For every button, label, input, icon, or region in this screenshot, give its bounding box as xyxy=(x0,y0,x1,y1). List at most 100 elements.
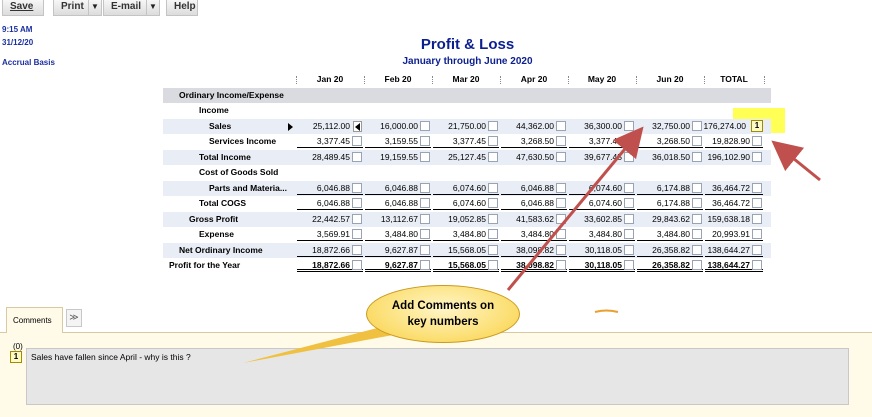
column-header[interactable]: Mar 20 xyxy=(433,74,499,84)
comment-checkbox[interactable] xyxy=(692,229,702,239)
value-cell[interactable]: 30,118.05 xyxy=(569,244,635,257)
value-cell[interactable]: 6,046.88 xyxy=(365,182,431,195)
comment-checkbox[interactable] xyxy=(420,260,430,270)
value-cell[interactable]: 36,464.72 xyxy=(705,182,763,195)
comment-checkbox[interactable] xyxy=(420,245,430,255)
value-cell[interactable]: 41,583.62 xyxy=(501,213,567,226)
comment-checkbox[interactable] xyxy=(624,245,634,255)
value-cell[interactable]: 6,074.60 xyxy=(433,182,499,195)
comment-checkbox[interactable] xyxy=(752,245,762,255)
value-cell[interactable]: 39,677.45 xyxy=(569,151,635,164)
value-cell[interactable]: 6,074.60 xyxy=(569,182,635,195)
comment-checkbox[interactable] xyxy=(556,198,566,208)
comment-checkbox[interactable] xyxy=(352,183,362,193)
comment-checkbox[interactable] xyxy=(624,229,634,239)
value-cell[interactable]: 30,118.05 xyxy=(569,259,635,272)
comment-checkbox[interactable] xyxy=(556,121,566,131)
value-cell[interactable]: 32,750.00 xyxy=(637,120,703,133)
comment-checkbox[interactable] xyxy=(692,183,702,193)
value-cell[interactable]: 13,112.67 xyxy=(365,213,431,226)
comment-checkbox[interactable] xyxy=(420,136,430,146)
value-cell[interactable]: 3,268.50 xyxy=(501,135,567,148)
comment-checkbox[interactable] xyxy=(752,198,762,208)
collapse-arrow-icon[interactable] xyxy=(353,121,362,132)
comment-checkbox[interactable] xyxy=(488,229,498,239)
value-cell[interactable]: 3,268.50 xyxy=(637,135,703,148)
value-cell[interactable]: 25,112.00 xyxy=(297,120,363,133)
comment-checkbox[interactable] xyxy=(752,136,762,146)
value-cell[interactable]: 33,602.85 xyxy=(569,213,635,226)
save-button[interactable]: Save xyxy=(2,0,44,16)
value-cell[interactable]: 9,627.87 xyxy=(365,244,431,257)
value-cell[interactable]: 28,489.45 xyxy=(297,151,363,164)
value-cell[interactable]: 6,046.88 xyxy=(501,197,567,210)
comment-checkbox[interactable] xyxy=(488,260,498,270)
value-cell[interactable]: 26,358.82 xyxy=(637,259,703,272)
value-cell[interactable]: 6,174.88 xyxy=(637,197,703,210)
value-cell[interactable]: 18,872.66 xyxy=(297,259,363,272)
print-button[interactable]: Print xyxy=(53,0,89,16)
comment-checkbox[interactable] xyxy=(624,183,634,193)
comment-checkbox[interactable] xyxy=(752,229,762,239)
comment-checkbox[interactable] xyxy=(352,136,362,146)
comment-checkbox[interactable] xyxy=(488,198,498,208)
value-cell[interactable]: 6,174.88 xyxy=(637,182,703,195)
collapse-comments-icon[interactable]: ≫ xyxy=(66,309,82,327)
value-cell[interactable]: 176,274.00 xyxy=(699,120,759,133)
email-dropdown-icon[interactable]: ▼ xyxy=(146,0,160,16)
value-cell[interactable]: 3,569.91 xyxy=(297,228,363,241)
comment-checkbox[interactable] xyxy=(556,214,566,224)
comment-checkbox[interactable] xyxy=(752,152,762,162)
value-cell[interactable]: 36,018.50 xyxy=(637,151,703,164)
column-header[interactable]: Jan 20 xyxy=(297,74,363,84)
column-header[interactable]: Feb 20 xyxy=(365,74,431,84)
column-header[interactable]: Apr 20 xyxy=(501,74,567,84)
value-cell[interactable]: 3,159.55 xyxy=(365,135,431,148)
value-cell[interactable]: 138,644.27 xyxy=(705,259,763,272)
value-cell[interactable]: 3,484.80 xyxy=(501,228,567,241)
comment-checkbox[interactable] xyxy=(624,152,634,162)
tab-comments[interactable]: Comments (0) xyxy=(6,307,63,351)
comment-checkbox[interactable] xyxy=(692,245,702,255)
value-cell[interactable]: 6,046.88 xyxy=(501,182,567,195)
value-cell[interactable]: 26,358.82 xyxy=(637,244,703,257)
value-cell[interactable]: 15,568.05 xyxy=(433,244,499,257)
comment-checkbox[interactable] xyxy=(556,152,566,162)
comment-checkbox[interactable] xyxy=(420,198,430,208)
comment-checkbox[interactable] xyxy=(752,183,762,193)
comment-checkbox[interactable] xyxy=(420,214,430,224)
comment-checkbox[interactable] xyxy=(488,183,498,193)
value-cell[interactable]: 16,000.00 xyxy=(365,120,431,133)
expand-arrow-icon[interactable] xyxy=(288,123,293,131)
comment-checkbox[interactable] xyxy=(352,245,362,255)
comment-checkbox[interactable] xyxy=(556,136,566,146)
value-cell[interactable]: 6,046.88 xyxy=(365,197,431,210)
value-cell[interactable]: 18,872.66 xyxy=(297,244,363,257)
email-button[interactable]: E-mail xyxy=(103,0,147,16)
comment-checkbox[interactable] xyxy=(488,121,498,131)
comment-checkbox[interactable] xyxy=(488,214,498,224)
value-cell[interactable]: 3,377.45 xyxy=(297,135,363,148)
comment-checkbox[interactable] xyxy=(488,136,498,146)
comment-checkbox[interactable] xyxy=(624,121,634,131)
comment-checkbox[interactable] xyxy=(352,198,362,208)
comment-checkbox[interactable] xyxy=(352,260,362,270)
comment-checkbox[interactable] xyxy=(752,260,762,270)
comment-checkbox[interactable] xyxy=(352,214,362,224)
comment-checkbox[interactable] xyxy=(624,136,634,146)
value-cell[interactable]: 3,484.80 xyxy=(433,228,499,241)
value-cell[interactable]: 3,377.45 xyxy=(433,135,499,148)
comment-checkbox[interactable] xyxy=(692,260,702,270)
comment-checkbox[interactable] xyxy=(624,198,634,208)
value-cell[interactable]: 38,098.82 xyxy=(501,259,567,272)
comment-checkbox[interactable] xyxy=(420,183,430,193)
comment-checkbox[interactable] xyxy=(420,121,430,131)
value-cell[interactable]: 6,074.60 xyxy=(433,197,499,210)
comment-checkbox[interactable] xyxy=(420,152,430,162)
value-cell[interactable]: 19,159.55 xyxy=(365,151,431,164)
comment-checkbox[interactable] xyxy=(488,245,498,255)
value-cell[interactable]: 138,644.27 xyxy=(705,244,763,257)
comment-checkbox[interactable] xyxy=(352,229,362,239)
comment-checkbox[interactable] xyxy=(556,260,566,270)
value-cell[interactable]: 25,127.45 xyxy=(433,151,499,164)
